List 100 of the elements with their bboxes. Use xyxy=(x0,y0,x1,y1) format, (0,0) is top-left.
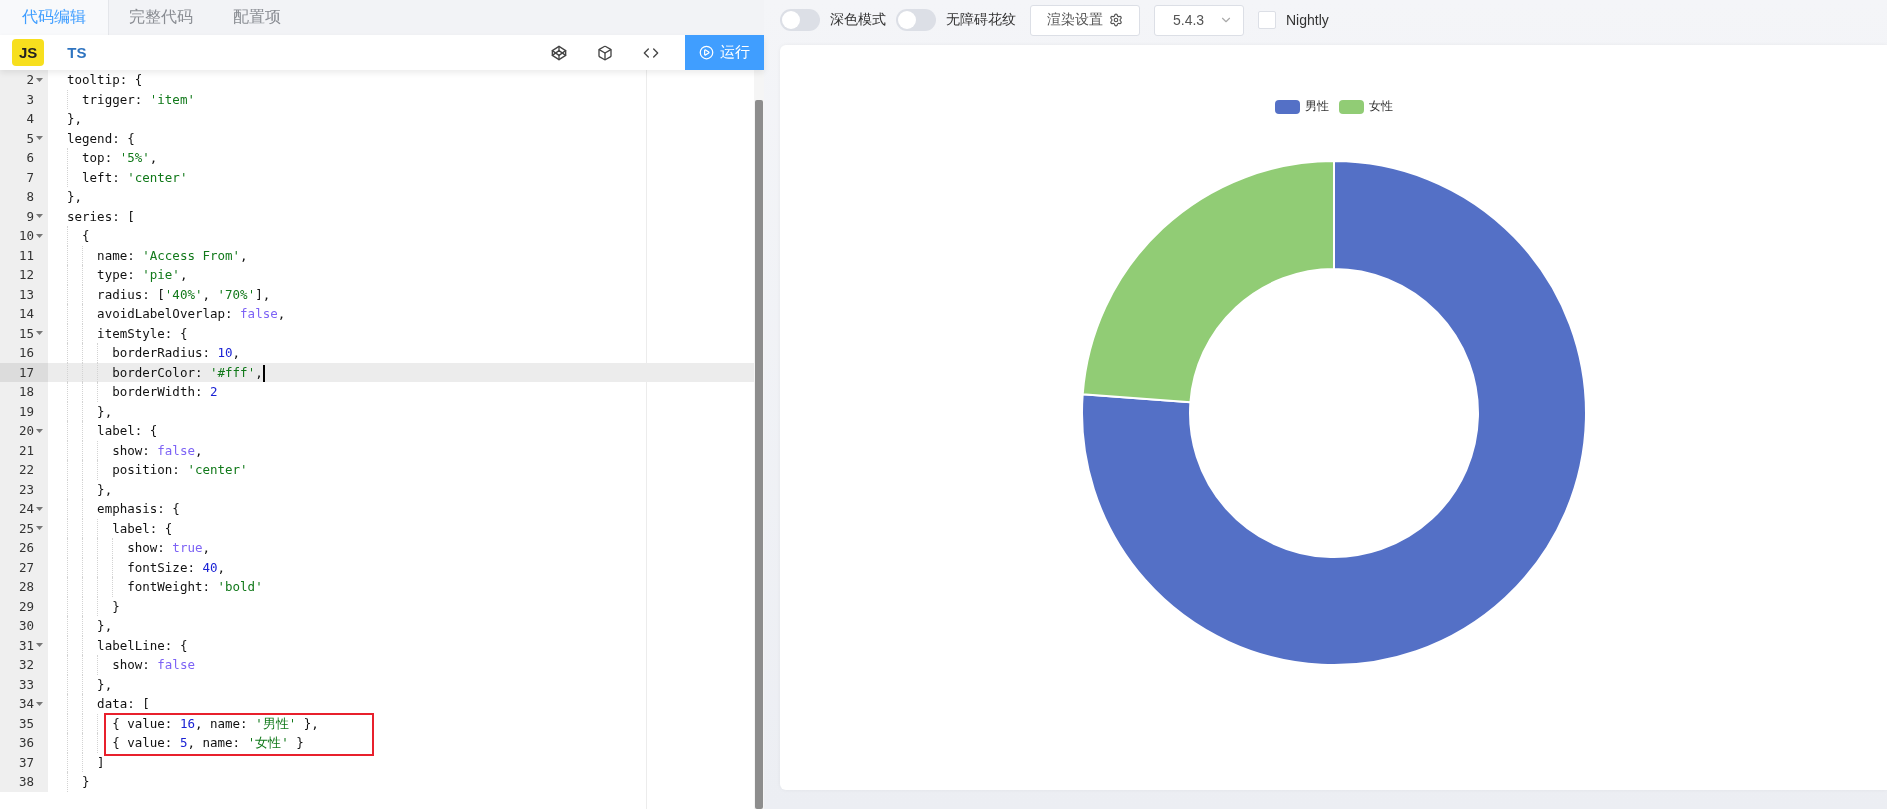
line-number: 25 xyxy=(18,520,34,536)
code-line: tooltip: { xyxy=(67,71,143,89)
line-number: 8 xyxy=(26,189,34,205)
code-line: avoidLabelOverlap: false, xyxy=(67,304,286,324)
legend-swatch[interactable] xyxy=(1338,99,1364,114)
line-number: 36 xyxy=(18,735,34,751)
line-number: 3 xyxy=(26,91,34,107)
code-line: itemStyle: { xyxy=(67,323,188,343)
code-line: type: 'pie', xyxy=(67,265,188,285)
line-number: 30 xyxy=(18,618,34,634)
line-number: 31 xyxy=(18,637,34,653)
code-line: fontSize: 40, xyxy=(67,557,226,577)
code-line: show: false xyxy=(67,655,195,675)
line-number: 6 xyxy=(26,150,34,166)
code-line: legend: { xyxy=(67,129,135,148)
line-number: 29 xyxy=(18,598,34,614)
code-line: position: 'center' xyxy=(67,460,248,480)
nightly-checkbox[interactable] xyxy=(1258,11,1276,29)
line-number: 13 xyxy=(18,286,34,302)
code-line: fontWeight: 'bold' xyxy=(67,577,263,597)
code-line: }, xyxy=(67,401,113,421)
code-line: } xyxy=(67,596,120,616)
code-line: top: '5%', xyxy=(67,148,158,168)
line-number: 21 xyxy=(18,442,34,458)
fold-caret-icon[interactable] xyxy=(34,136,44,141)
line-number: 10 xyxy=(18,228,34,244)
toggle-label: 无障碍花纹 xyxy=(946,11,1016,29)
line-number: 7 xyxy=(26,169,34,185)
line-number: 23 xyxy=(18,481,34,497)
line-number: 17 xyxy=(18,364,34,380)
line-number: 24 xyxy=(18,501,34,517)
code-line: borderWidth: 2 xyxy=(67,382,218,402)
line-number: 11 xyxy=(18,247,34,263)
line-number: 9 xyxy=(26,208,34,224)
code-line: left: 'center' xyxy=(67,167,188,187)
fold-caret-icon[interactable] xyxy=(34,77,44,82)
code-line: }, xyxy=(67,188,83,206)
code-line: emphasis: { xyxy=(67,499,180,519)
line-number: 33 xyxy=(18,676,34,692)
fold-caret-icon[interactable] xyxy=(34,233,44,238)
language-tab[interactable]: JS xyxy=(12,39,45,66)
render-settings-button[interactable]: 渲染设置 xyxy=(1030,4,1140,36)
fold-caret-icon[interactable] xyxy=(34,506,44,511)
code-line: }, xyxy=(67,674,113,694)
line-number: 14 xyxy=(18,306,34,322)
toggle-switch[interactable] xyxy=(780,9,820,31)
checkbox-label: Nightly xyxy=(1286,12,1329,28)
toggle-switch[interactable] xyxy=(896,9,936,31)
code-line: radius: ['40%', '70%'], xyxy=(67,284,271,304)
line-number: 16 xyxy=(18,345,34,361)
line-number: 20 xyxy=(18,423,34,439)
line-number: 35 xyxy=(18,715,34,731)
scrollbar-thumb[interactable] xyxy=(755,100,763,809)
code-line: }, xyxy=(67,616,113,636)
line-number: 32 xyxy=(18,657,34,673)
legend-swatch[interactable] xyxy=(1274,99,1300,114)
fold-caret-icon[interactable] xyxy=(34,428,44,433)
code-line: series: [ xyxy=(67,207,135,226)
code-line: borderRadius: 10, xyxy=(67,343,241,363)
fold-caret-icon[interactable] xyxy=(34,701,44,706)
line-number: 27 xyxy=(18,559,34,575)
fold-caret-icon[interactable] xyxy=(34,643,44,648)
fold-caret-icon[interactable] xyxy=(34,214,44,219)
code-line: borderColor: '#fff', xyxy=(67,362,265,382)
line-number: 19 xyxy=(18,403,34,419)
code-line: ] xyxy=(67,752,105,772)
text-cursor xyxy=(262,364,265,382)
code-line: name: 'Access From', xyxy=(67,245,248,265)
toggle-label: 深色模式 xyxy=(830,11,886,29)
code-line: data: [ xyxy=(67,694,150,714)
fold-caret-icon[interactable] xyxy=(34,526,44,531)
code-line: }, xyxy=(67,479,113,499)
line-number: 5 xyxy=(26,130,34,146)
line-number: 22 xyxy=(18,462,34,478)
play-icon xyxy=(699,45,714,60)
code-line: { xyxy=(67,226,90,246)
line-number: 2 xyxy=(26,72,34,88)
line-number: 38 xyxy=(18,774,34,790)
code-line: show: false, xyxy=(67,440,203,460)
code-line: } xyxy=(67,772,90,792)
code-line: label: { xyxy=(67,518,173,538)
line-number: 26 xyxy=(18,540,34,556)
line-number: 34 xyxy=(18,696,34,712)
code-line: labelLine: { xyxy=(67,635,188,655)
legend-label[interactable]: 男性 xyxy=(1304,98,1329,115)
line-number: 28 xyxy=(18,579,34,595)
code-line: label: { xyxy=(67,421,158,441)
code-line: show: true, xyxy=(67,538,210,558)
settings-icon xyxy=(1109,13,1123,27)
line-number: 15 xyxy=(18,325,34,341)
code-line: trigger: 'item' xyxy=(67,89,195,109)
legend-label[interactable]: 女性 xyxy=(1368,98,1393,115)
code-line: { value: 5, name: '女性' } xyxy=(67,733,304,753)
language-tab[interactable]: TS xyxy=(60,39,94,66)
line-number: 37 xyxy=(18,754,34,770)
code-line: { value: 16, name: '男性' }, xyxy=(67,713,319,733)
version-select[interactable]: 5.4.3 xyxy=(1154,4,1244,36)
fold-caret-icon[interactable] xyxy=(34,331,44,336)
line-number: 18 xyxy=(18,384,34,400)
line-number: 4 xyxy=(26,111,34,127)
